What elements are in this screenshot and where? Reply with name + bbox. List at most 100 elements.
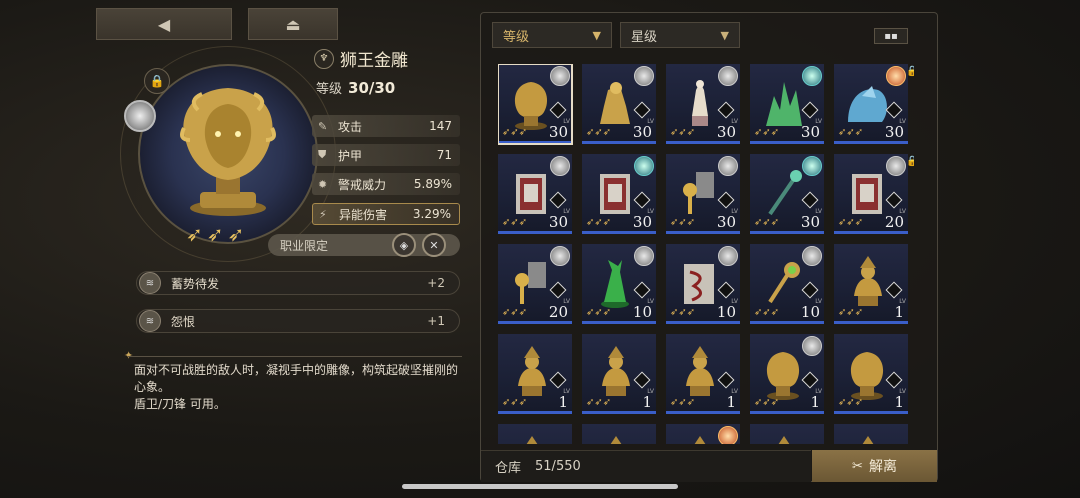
star-rating: ➶➶➶ bbox=[502, 217, 528, 228]
equipped-avatar-badge bbox=[718, 156, 738, 176]
description-text: 面对不可战胜的敌人时，凝视手中的雕像，构筑起破坚摧刚的心象。 bbox=[134, 363, 459, 394]
rarity-stars: ➶➶➶ bbox=[186, 222, 249, 246]
inventory-cell[interactable]: LV ➶➶➶ 30 bbox=[666, 154, 740, 234]
item-level-number: 30 bbox=[884, 123, 904, 141]
skill-row[interactable]: ≋ 蓄势待发 +2 bbox=[136, 271, 460, 295]
item-level-number: 30 bbox=[548, 123, 568, 141]
item-thumbnail bbox=[602, 346, 630, 396]
vigilance-icon: ✹ bbox=[318, 177, 328, 191]
item-thumbnail bbox=[694, 436, 706, 444]
item-level-number: 30 bbox=[800, 213, 820, 231]
equipped-character-avatar[interactable] bbox=[124, 100, 156, 132]
class-restriction-label: 职业限定 bbox=[280, 238, 329, 253]
star-rating: ➶➶➶ bbox=[670, 127, 696, 138]
level-sort-dropdown[interactable]: 等级 ▼ bbox=[492, 22, 612, 48]
star-rating: ➶➶➶ bbox=[586, 397, 612, 408]
lock-toggle-icon[interactable]: 🔒 bbox=[144, 68, 170, 94]
back-button[interactable]: ◀ bbox=[96, 8, 232, 40]
equipped-avatar-badge bbox=[550, 156, 570, 176]
inventory-cell[interactable]: LV ➶➶➶ 20 bbox=[498, 244, 572, 324]
home-indicator[interactable] bbox=[402, 484, 678, 489]
inventory-cell[interactable]: LV ➶➶➶ 30 bbox=[582, 64, 656, 144]
psi-damage-icon: ⚡ bbox=[319, 207, 327, 221]
skill-value: +1 bbox=[427, 314, 445, 328]
inventory-cell[interactable] bbox=[834, 424, 908, 444]
skill-row[interactable]: ≋ 怨恨 +1 bbox=[136, 309, 460, 333]
equipped-avatar-badge bbox=[718, 66, 738, 86]
inventory-cell[interactable]: LV ➶➶➶ 1 bbox=[834, 334, 908, 414]
item-description: 面对不可战胜的敌人时，凝视手中的雕像，构筑起破坚摧刚的心象。 盾卫/刀锋 可用。 bbox=[134, 362, 464, 413]
item-thumbnail bbox=[526, 436, 538, 444]
dismantle-label: 解离 bbox=[868, 459, 897, 475]
inventory-cell[interactable]: 🔒 LV ➶➶➶ 30 bbox=[834, 64, 914, 144]
equipped-avatar-badge bbox=[802, 246, 822, 266]
stat-attack: ✎ 攻击 147 bbox=[312, 115, 460, 137]
star-rating: ➶➶➶ bbox=[838, 307, 864, 318]
item-level-number: 30 bbox=[716, 123, 736, 141]
triangle-down-icon: ▼ bbox=[720, 28, 729, 42]
grid-icon: ▪▪ bbox=[884, 30, 898, 42]
inventory-cell[interactable]: LV ➶➶➶ 1 bbox=[498, 334, 572, 414]
dismantle-button[interactable]: ✂ 解离 bbox=[812, 450, 937, 482]
inventory-cell[interactable]: LV ➶➶➶ 10 bbox=[582, 244, 656, 324]
warehouse-label: 仓库 bbox=[495, 461, 522, 476]
inventory-cell[interactable] bbox=[498, 424, 572, 444]
inventory-cell[interactable]: LV ➶➶➶ 30 bbox=[498, 64, 573, 145]
item-level-number: 30 bbox=[716, 213, 736, 231]
lock-icon: 🔒 bbox=[906, 66, 914, 77]
equipped-avatar-badge bbox=[802, 336, 822, 356]
equipped-avatar-badge bbox=[886, 156, 906, 176]
inventory-cell[interactable]: LV ➶➶➶ 10 bbox=[750, 244, 824, 324]
item-thumbnail bbox=[862, 436, 874, 444]
inventory-cell[interactable]: LV ➶➶➶ 30 bbox=[666, 64, 740, 144]
stat-psi-damage: ⚡ 异能伤害 3.29% bbox=[312, 203, 460, 225]
blade-class-icon[interactable]: ✕ bbox=[422, 233, 446, 257]
item-thumbnail bbox=[518, 346, 546, 396]
stat-label: 攻击 bbox=[338, 119, 363, 134]
attack-icon: ✎ bbox=[318, 119, 328, 133]
stat-vigilance: ✹ 警戒威力 5.89% bbox=[312, 173, 460, 195]
inventory-cell[interactable]: LV ➶➶➶ 10 bbox=[666, 244, 740, 324]
inventory-cell[interactable]: LV ➶➶➶ 1 bbox=[582, 334, 656, 414]
dropdown-label: 等级 bbox=[503, 29, 530, 45]
inventory-cell[interactable] bbox=[750, 424, 824, 444]
stat-armor: ⛊ 护甲 71 bbox=[312, 144, 460, 166]
inventory-cell[interactable]: LV ➶➶➶ 30 bbox=[582, 154, 656, 234]
stat-label: 警戒威力 bbox=[338, 177, 387, 192]
item-level-number: 1 bbox=[642, 393, 652, 411]
star-rating: ➶➶➶ bbox=[670, 307, 696, 318]
inventory-cell[interactable]: LV ➶➶➶ 30 bbox=[498, 154, 572, 234]
inventory-cell[interactable]: LV ➶➶➶ 1 bbox=[750, 334, 824, 414]
inventory-cell[interactable]: 🔒 LV ➶➶➶ 20 bbox=[834, 154, 914, 234]
item-thumbnail bbox=[778, 436, 790, 444]
item-level-number: 1 bbox=[894, 393, 904, 411]
star-rating: ➶➶➶ bbox=[502, 127, 528, 138]
inventory-cell[interactable]: LV ➶➶➶ 30 bbox=[750, 154, 824, 234]
inventory-cell[interactable]: LV ➶➶➶ 30 bbox=[750, 64, 824, 144]
star-filter-dropdown[interactable]: 星级 ▼ bbox=[620, 22, 740, 48]
stat-label: 护甲 bbox=[338, 148, 363, 163]
equipped-avatar-badge bbox=[802, 156, 822, 176]
grid-view-toggle[interactable]: ▪▪ bbox=[874, 28, 908, 44]
skill-value: +2 bbox=[427, 276, 445, 290]
inventory-cell[interactable] bbox=[666, 424, 740, 444]
item-thumbnail bbox=[686, 346, 714, 396]
star-rating: ➶➶➶ bbox=[586, 307, 612, 318]
inventory-cell[interactable] bbox=[582, 424, 656, 444]
equipped-avatar-badge bbox=[634, 246, 654, 266]
item-level-number: 20 bbox=[884, 213, 904, 231]
guardian-class-icon[interactable]: ◈ bbox=[392, 233, 416, 257]
inventory-cell[interactable]: LV ➶➶➶ 1 bbox=[666, 334, 740, 414]
back-icon: ◀ bbox=[157, 14, 171, 34]
star-rating: ➶➶➶ bbox=[754, 127, 780, 138]
shield-icon: ⛊ bbox=[318, 148, 327, 161]
stat-value: 3.29% bbox=[412, 207, 451, 221]
inventory-cell[interactable]: LV ➶➶➶ 1 bbox=[834, 244, 908, 324]
skill-icon: ≋ bbox=[139, 310, 161, 332]
equipped-avatar-badge bbox=[886, 66, 906, 86]
star-rating: ➶➶➶ bbox=[670, 397, 696, 408]
level-value: 30/30 bbox=[348, 79, 396, 97]
menu-button[interactable]: ⏏ bbox=[248, 8, 338, 40]
equipped-avatar-badge bbox=[550, 246, 570, 266]
item-thumbnail bbox=[610, 436, 622, 444]
